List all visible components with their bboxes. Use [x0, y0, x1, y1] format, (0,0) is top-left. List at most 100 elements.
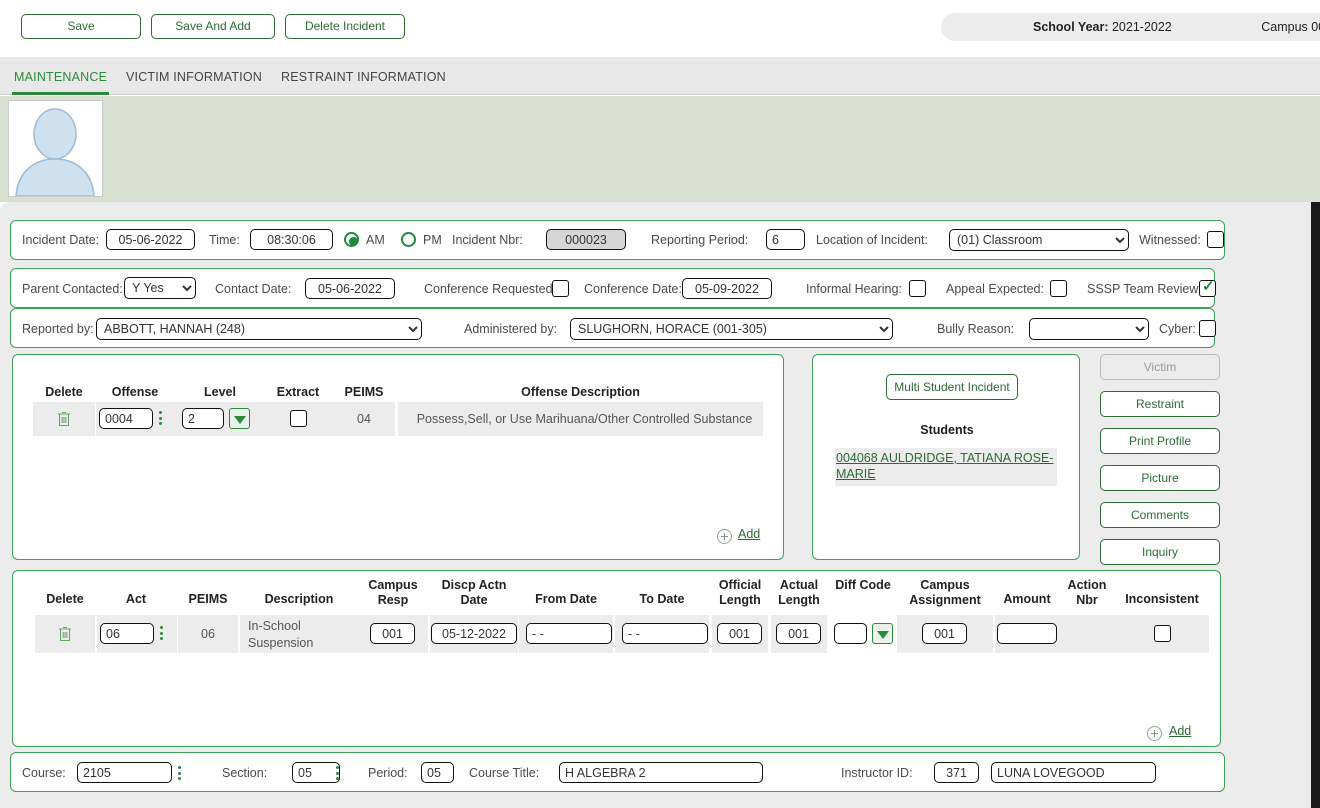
school-year-label: School Year: — [1033, 20, 1109, 34]
action-col-actual-length: Actual Length — [778, 578, 820, 607]
administered-by-select[interactable]: SLUGHORN, HORACE (001-305) — [570, 318, 893, 340]
sssp-team-review-checkbox[interactable] — [1199, 277, 1216, 297]
action-cell-action-nbr — [1059, 615, 1115, 653]
parent-contacted-select[interactable]: Y Yes — [124, 277, 196, 299]
offense-col-delete: Delete — [45, 385, 83, 399]
reporting-period-label: Reporting Period: — [651, 233, 749, 247]
section-input[interactable] — [292, 762, 340, 783]
appeal-expected-checkbox[interactable] — [1050, 280, 1067, 297]
avatar — [8, 100, 103, 197]
inconsistent-checkbox[interactable] — [1154, 625, 1171, 642]
offense-cell-extract — [263, 402, 333, 436]
list-item[interactable]: 004068 AULDRIDGE, TATIANA ROSE-MARIE — [835, 448, 1057, 484]
conference-requested-checkbox[interactable] — [552, 280, 569, 297]
action-col-official-length: Official Length — [718, 578, 762, 607]
period-label: Period: — [368, 766, 408, 780]
campus-resp-input[interactable] — [370, 623, 415, 644]
top-action-bar: Save Save And Add Delete Incident School… — [0, 0, 1320, 57]
incident-nbr-label: Incident Nbr: — [452, 233, 523, 247]
amount-input[interactable] — [997, 623, 1057, 644]
incident-detail-row-2: Parent Contacted: Y Yes Contact Date: Co… — [10, 268, 1216, 308]
school-year-value: 2021-2022 — [1111, 20, 1172, 34]
actual-length-input[interactable] — [776, 623, 821, 644]
add-circle-icon[interactable] — [1147, 726, 1162, 741]
from-date-input[interactable] — [526, 623, 612, 644]
section-lookup-icon[interactable] — [336, 766, 340, 782]
save-and-add-button[interactable]: Save And Add — [151, 14, 275, 39]
action-act-input[interactable] — [100, 623, 154, 644]
cyber-checkbox[interactable] — [1199, 320, 1216, 337]
restraint-button[interactable]: Restraint — [1100, 391, 1220, 417]
action-col-description: Description — [264, 592, 334, 606]
comments-button[interactable]: Comments — [1100, 502, 1220, 528]
witnessed-checkbox[interactable] — [1207, 231, 1224, 248]
discipline-maintenance-page: Save Save And Add Delete Incident School… — [0, 0, 1320, 808]
offense-col-extract: Extract — [276, 385, 320, 399]
offense-col-offense: Offense — [111, 385, 159, 399]
offense-lookup-icon[interactable] — [159, 411, 163, 427]
official-length-input[interactable] — [717, 623, 762, 644]
conference-date-input[interactable] — [682, 278, 772, 299]
offense-panel: Delete Offense Level Extract PEIMS Offen… — [12, 354, 784, 560]
pm-radio[interactable] — [401, 232, 416, 247]
instructor-name-input[interactable] — [991, 762, 1156, 783]
action-cell-campus-resp — [358, 615, 428, 653]
multi-student-incident-button[interactable]: Multi Student Incident — [886, 374, 1018, 400]
parent-contacted-label: Parent Contacted: — [22, 282, 123, 296]
offense-level-input[interactable] — [182, 408, 224, 429]
campus-assignment-input[interactable] — [922, 623, 967, 644]
offense-code-input[interactable] — [99, 408, 153, 429]
witnessed-label: Witnessed: — [1139, 233, 1201, 247]
tab-maintenance[interactable]: MAINTENANCE — [12, 57, 110, 95]
action-cell-inconsistent — [1115, 615, 1209, 653]
sssp-team-review-label: SSSP Team Review: — [1087, 282, 1202, 296]
contact-date-label: Contact Date: — [215, 282, 292, 296]
period-input[interactable] — [421, 762, 454, 783]
course-lookup-icon[interactable] — [178, 766, 182, 782]
incident-date-label: Incident Date: — [22, 233, 100, 247]
diff-code-input[interactable] — [834, 623, 867, 644]
person-silhouette-icon — [15, 108, 95, 196]
time-input[interactable] — [250, 229, 333, 250]
to-date-input[interactable] — [622, 623, 708, 644]
section-label: Section: — [222, 766, 268, 780]
action-cell-from-date — [519, 615, 613, 653]
bully-reason-select[interactable] — [1029, 318, 1149, 340]
reported-by-label: Reported by: — [22, 322, 94, 336]
delete-incident-button[interactable]: Delete Incident — [285, 14, 405, 39]
vertical-scrollbar[interactable] — [1311, 202, 1320, 808]
offense-level-dropdown-icon[interactable] — [229, 408, 250, 429]
contact-date-input[interactable] — [305, 278, 395, 299]
discp-actn-date-input[interactable] — [431, 623, 517, 644]
pm-label: PM — [423, 233, 442, 247]
incident-date-input[interactable] — [106, 229, 195, 250]
action-act-lookup-icon[interactable] — [160, 626, 164, 642]
campus-text: Campus 00 — [1261, 20, 1320, 34]
action-col-campus-resp: Campus Resp — [368, 578, 418, 607]
offense-extract-checkbox[interactable] — [290, 410, 307, 427]
course-title-input[interactable] — [559, 762, 763, 783]
inquiry-button[interactable]: Inquiry — [1100, 539, 1220, 565]
diff-code-dropdown-icon[interactable] — [872, 623, 893, 644]
trash-icon[interactable] — [57, 411, 71, 427]
save-button[interactable]: Save — [21, 14, 141, 39]
offense-col-peims: PEIMS — [344, 385, 384, 399]
instructor-id-input[interactable] — [934, 762, 979, 783]
conference-requested-label: Conference Requested: — [424, 282, 557, 296]
action-col-delete: Delete — [46, 592, 84, 606]
informal-hearing-checkbox[interactable] — [909, 280, 926, 297]
am-radio[interactable] — [344, 232, 359, 247]
reporting-period-input[interactable] — [766, 229, 805, 250]
location-of-incident-select[interactable]: (01) Classroom — [949, 229, 1129, 251]
picture-button[interactable]: Picture — [1100, 465, 1220, 491]
action-add-link[interactable]: Add — [1169, 724, 1191, 738]
trash-icon[interactable] — [58, 626, 72, 642]
tab-restraint-information[interactable]: RESTRAINT INFORMATION — [279, 57, 448, 95]
tab-victim-information[interactable]: VICTIM INFORMATION — [124, 57, 264, 95]
offense-add-link[interactable]: Add — [738, 527, 760, 541]
course-input[interactable] — [77, 762, 172, 783]
add-circle-icon[interactable] — [717, 529, 732, 544]
discipline-action-panel: Delete Act PEIMS Description Campus Resp… — [12, 570, 1221, 747]
reported-by-select[interactable]: ABBOTT, HANNAH (248) — [96, 318, 422, 340]
print-profile-button[interactable]: Print Profile — [1100, 428, 1220, 454]
